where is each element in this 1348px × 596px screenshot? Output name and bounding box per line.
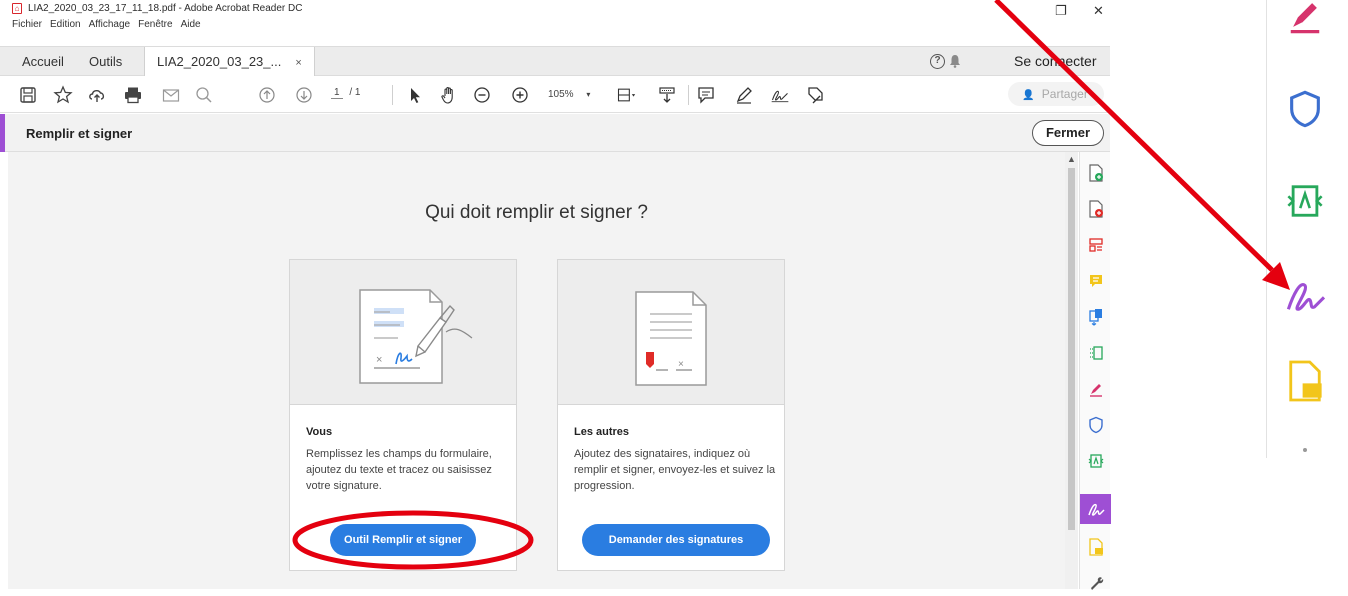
hand-tool-icon[interactable]	[439, 85, 459, 105]
toolbar-divider	[392, 85, 393, 105]
page-navigator: 1 / 1	[331, 87, 361, 99]
acrobat-window: ⌂ LIA2_2020_03_23_17_11_18.pdf - Adobe A…	[0, 0, 1111, 590]
next-page-icon[interactable]	[294, 85, 314, 105]
fill-sign-tool-button[interactable]: Outil Remplir et signer	[330, 524, 476, 556]
card-description: Remplissez les champs du formulaire, ajo…	[306, 448, 492, 492]
window-title: LIA2_2020_03_23_17_11_18.pdf - Adobe Acr…	[28, 3, 303, 14]
menu-fichier[interactable]: Fichier	[12, 19, 42, 30]
menu-edition[interactable]: Edition	[50, 19, 81, 30]
card-title: Les autres	[574, 426, 630, 438]
more-tools-icon[interactable]	[1080, 570, 1111, 596]
create-pdf-icon[interactable]	[1080, 160, 1111, 186]
pdf-file-icon: ⌂	[12, 3, 22, 14]
menu-aide[interactable]: Aide	[181, 19, 201, 30]
restore-window-icon[interactable]: ❐	[1055, 3, 1067, 19]
fill-sign-document-icon: ×	[359, 289, 473, 384]
share-label: Partager	[1041, 87, 1088, 101]
tab-home[interactable]: Accueil	[22, 47, 64, 76]
mode-title: Remplir et signer	[26, 126, 133, 141]
tab-document[interactable]: LIA2_2020_03_23_... ×	[144, 47, 315, 76]
combine-files-icon[interactable]	[1080, 304, 1111, 330]
edit-pdf-icon[interactable]	[1080, 340, 1111, 366]
fill-sign-mode-bar: Remplir et signer Fermer	[0, 114, 1110, 152]
export-pdf-icon[interactable]	[1080, 196, 1111, 222]
close-window-icon[interactable]: ✕	[1093, 3, 1104, 19]
sign-icon[interactable]	[770, 85, 790, 105]
card-description: Ajoutez des signataires, indiquez où rem…	[574, 448, 776, 492]
zoom-out-icon[interactable]	[472, 85, 492, 105]
svg-text:×: ×	[678, 359, 684, 370]
scroll-mode-icon[interactable]	[657, 85, 677, 105]
menu-bar: Fichier Edition Affichage Fenêtre Aide	[12, 19, 201, 30]
tools-rail	[1079, 152, 1111, 590]
organize-pages-icon[interactable]	[1080, 232, 1111, 258]
print-icon[interactable]	[123, 85, 143, 105]
menu-fenetre[interactable]: Fenêtre	[138, 19, 172, 30]
scroll-up-icon[interactable]: ▲	[1067, 154, 1076, 164]
page-total: / 1	[349, 87, 361, 98]
main-toolbar: 1 / 1 105% ▾ 👤 Partager	[0, 77, 1110, 113]
page-number-input[interactable]: 1	[331, 87, 343, 99]
comment-icon[interactable]	[1080, 268, 1111, 294]
adobe-sign-icon	[1282, 178, 1328, 224]
sign-in-link[interactable]: Se connecter	[1014, 47, 1097, 76]
search-icon[interactable]	[194, 85, 214, 105]
tab-tools[interactable]: Outils	[89, 47, 122, 76]
chevron-down-icon: ▾	[586, 90, 591, 99]
fit-page-icon[interactable]	[616, 85, 636, 105]
zoomed-tools-inset	[1220, 0, 1348, 458]
help-icon[interactable]: ?	[930, 54, 945, 69]
title-bar: ⌂ LIA2_2020_03_23_17_11_18.pdf - Adobe A…	[0, 0, 1110, 18]
comment-icon[interactable]	[696, 85, 716, 105]
zoom-in-icon[interactable]	[510, 85, 530, 105]
email-icon[interactable]	[161, 85, 181, 105]
send-comment-icon	[1282, 358, 1328, 404]
card-illustration: ×	[558, 260, 784, 405]
notification-bell-icon[interactable]	[949, 54, 961, 68]
request-signatures-button[interactable]: Demander des signatures	[582, 524, 770, 556]
menu-affichage[interactable]: Affichage	[89, 19, 131, 30]
highlight-pen-icon[interactable]	[734, 85, 754, 105]
card-title: Vous	[306, 426, 333, 438]
who-signs-heading: Qui doit remplir et signer ?	[425, 202, 648, 223]
card-vous: × Vous Remplissez les champs du formulai…	[289, 259, 517, 571]
scrollbar-thumb[interactable]	[1068, 168, 1075, 530]
fill-sign-icon	[1282, 0, 1328, 38]
more-tools-icon	[1282, 438, 1328, 458]
close-mode-button[interactable]: Fermer	[1032, 120, 1104, 146]
zoom-value: 105%	[548, 89, 574, 100]
inset-divider	[1266, 0, 1267, 458]
share-button[interactable]: 👤 Partager	[1008, 82, 1104, 106]
previous-page-icon[interactable]	[257, 85, 277, 105]
vertical-scrollbar[interactable]: ▲	[1065, 152, 1078, 589]
card-illustration: ×	[290, 260, 516, 405]
fill-sign-icon[interactable]	[1080, 376, 1111, 402]
card-les-autres: × Les autres Ajoutez des signataires, in…	[557, 259, 785, 571]
request-signatures-document-icon: ×	[635, 291, 707, 386]
protect-icon[interactable]	[1080, 412, 1111, 438]
svg-text:×: ×	[376, 354, 382, 366]
redact-tag-icon[interactable]	[805, 85, 825, 105]
protect-icon	[1282, 86, 1328, 132]
send-comment-icon[interactable]	[1080, 534, 1111, 560]
tab-bar: Accueil Outils LIA2_2020_03_23_... × ? Se…	[0, 46, 1110, 76]
fill-sign-selected-icon[interactable]	[1080, 494, 1111, 524]
document-area: Qui doit remplir et signer ? × Vous Remp…	[8, 152, 1065, 589]
mode-accent-bar	[0, 114, 5, 152]
adobe-sign-icon[interactable]	[1080, 448, 1111, 474]
zoom-select[interactable]: 105% ▾	[548, 89, 590, 100]
fill-sign-signature-icon	[1282, 272, 1328, 318]
upload-cloud-icon[interactable]	[87, 85, 107, 105]
tab-close-icon[interactable]: ×	[295, 57, 301, 69]
tab-document-label: LIA2_2020_03_23_...	[157, 54, 282, 69]
bookmark-star-icon[interactable]	[53, 85, 73, 105]
save-icon[interactable]	[18, 85, 38, 105]
share-user-icon: 👤	[1022, 90, 1035, 101]
select-cursor-icon[interactable]	[405, 85, 425, 105]
toolbar-divider	[688, 85, 689, 105]
